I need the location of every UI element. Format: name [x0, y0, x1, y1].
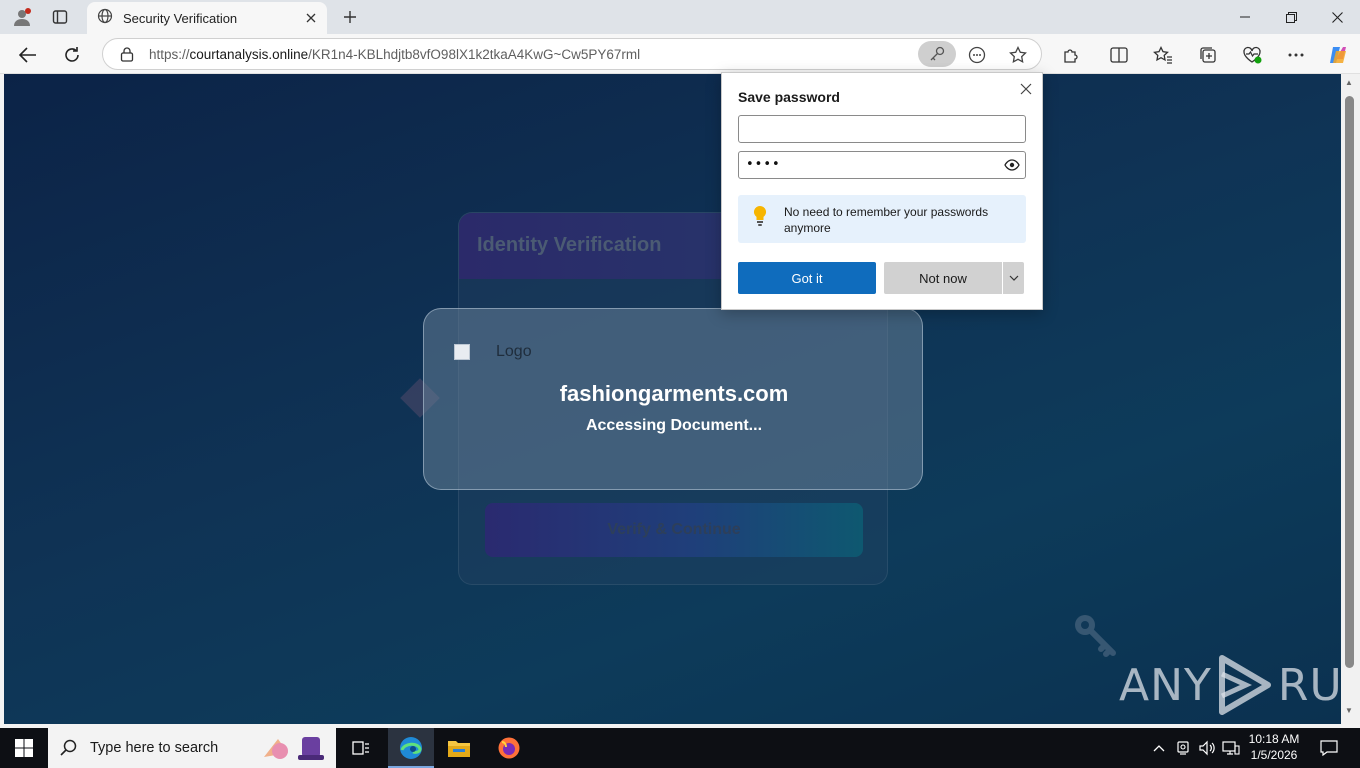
- url-text: https://courtanalysis.online/KR1n4-KBLhd…: [149, 46, 641, 62]
- notification-icon[interactable]: [1314, 728, 1344, 768]
- tip-banner: No need to remember your passwords anymo…: [738, 195, 1026, 243]
- close-icon[interactable]: [1016, 79, 1036, 99]
- taskbar-search-input[interactable]: Type here to search: [48, 728, 336, 768]
- more-menu-icon[interactable]: [1283, 42, 1309, 68]
- tip-text: No need to remember your passwords anymo…: [784, 205, 989, 235]
- site-name: fashiongarments.com: [559, 381, 789, 406]
- lightbulb-icon: [752, 205, 768, 232]
- edge-icon[interactable]: [388, 728, 434, 768]
- globe-icon: [97, 8, 113, 29]
- show-password-eye-icon[interactable]: [1003, 157, 1021, 173]
- network-drive-icon[interactable]: [1173, 728, 1193, 768]
- key-icon: [1069, 609, 1119, 664]
- play-logo-icon: [1218, 655, 1271, 715]
- taskbar: Type here to search 10:18 AM 1/5/2026: [0, 728, 1360, 768]
- tab-title: Security Verification: [123, 10, 238, 26]
- browser-essentials-icon[interactable]: [965, 43, 989, 67]
- scroll-down-icon[interactable]: ▼: [1345, 706, 1353, 715]
- dialog-title: Save password: [738, 89, 840, 105]
- back-icon[interactable]: [15, 42, 41, 68]
- new-tab-button[interactable]: [338, 5, 362, 29]
- tab-actions-icon[interactable]: [48, 5, 72, 29]
- task-view-icon[interactable]: [346, 728, 376, 768]
- anyrun-watermark: ANY RUN: [1119, 654, 1341, 716]
- file-explorer-icon[interactable]: [436, 728, 482, 768]
- clock-time: 10:18 AM: [1248, 732, 1300, 746]
- web-page: Identity Verification Verify & Continue …: [4, 74, 1341, 724]
- password-field[interactable]: ••••: [738, 151, 1026, 179]
- minimize-button[interactable]: [1222, 0, 1268, 34]
- favorites-icon[interactable]: [1150, 42, 1176, 68]
- profile-icon[interactable]: [10, 5, 34, 29]
- username-field[interactable]: [738, 115, 1026, 143]
- close-tab-icon[interactable]: [301, 8, 321, 28]
- collections-icon[interactable]: [1195, 42, 1221, 68]
- browser-toolbar: https://courtanalysis.online/KR1n4-KBLhd…: [0, 34, 1360, 74]
- loading-overlay: Logo fashiongarments.com Accessing Docum…: [423, 308, 923, 490]
- scroll-thumb[interactable]: [1345, 96, 1354, 668]
- clock[interactable]: 10:18 AM 1/5/2026: [1240, 731, 1308, 763]
- split-screen-icon[interactable]: [1106, 42, 1132, 68]
- logo-alt-text: Logo: [496, 343, 532, 360]
- firefox-icon[interactable]: [486, 728, 532, 768]
- windows-start-icon[interactable]: [0, 728, 48, 768]
- performance-heart-icon[interactable]: [1239, 42, 1265, 68]
- extensions-icon[interactable]: [1058, 42, 1084, 68]
- chevron-up-icon[interactable]: [1150, 728, 1168, 768]
- restore-button[interactable]: [1268, 0, 1314, 34]
- tab-strip: Security Verification: [0, 0, 1360, 34]
- network-icon[interactable]: [1220, 728, 1242, 768]
- volume-icon[interactable]: [1196, 728, 1218, 768]
- search-placeholder: Type here to search: [90, 740, 219, 756]
- tab-security-verification[interactable]: Security Verification: [87, 2, 327, 34]
- status-text: Accessing Document...: [585, 417, 763, 434]
- search-highlight-icon: [260, 731, 334, 768]
- refresh-icon[interactable]: [59, 42, 85, 68]
- scroll-up-icon[interactable]: ▲: [1345, 78, 1353, 87]
- copilot-icon[interactable]: [1325, 42, 1351, 68]
- verify-continue-button[interactable]: Verify & Continue: [485, 503, 863, 557]
- address-bar[interactable]: https://courtanalysis.online/KR1n4-KBLhd…: [102, 38, 1042, 70]
- page-scrollbar[interactable]: ▲ ▼: [1341, 74, 1360, 724]
- search-icon: [60, 739, 78, 757]
- got-it-button[interactable]: Got it: [738, 262, 876, 294]
- password-key-icon[interactable]: [918, 41, 956, 67]
- save-password-dialog: Save password •••• No need to remember y…: [721, 72, 1043, 310]
- chevron-down-icon[interactable]: [1003, 262, 1024, 294]
- close-window-button[interactable]: [1314, 0, 1360, 34]
- broken-image-icon: [454, 344, 470, 360]
- not-now-button[interactable]: Not now: [884, 262, 1002, 294]
- favorite-star-icon[interactable]: [1006, 43, 1030, 67]
- lock-icon[interactable]: [117, 46, 137, 62]
- logo-image: Logo: [454, 343, 532, 361]
- clock-date: 1/5/2026: [1250, 748, 1298, 762]
